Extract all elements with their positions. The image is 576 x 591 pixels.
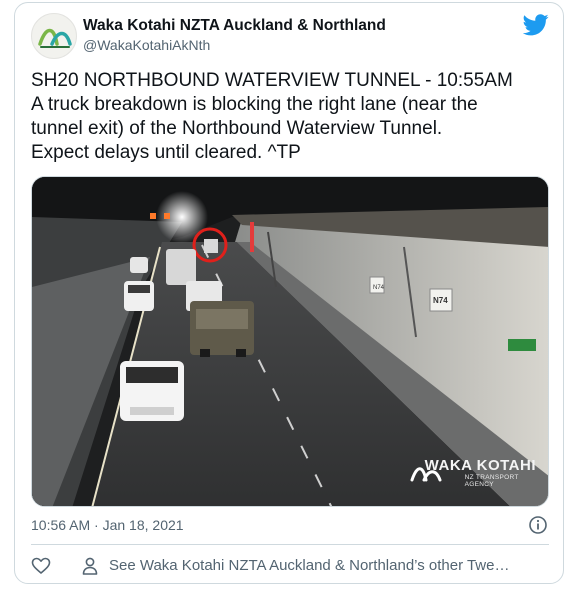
tweet-card[interactable]: Waka Kotahi NZTA Auckland & Northland @W…: [14, 2, 564, 584]
watermark-sub-2: AGENCY: [464, 481, 494, 488]
tweet-text: SH20 NORTHBOUND WATERVIEW TUNNEL - 10:55…: [31, 69, 551, 165]
heart-icon[interactable]: [31, 556, 51, 576]
tunnel-sign-1: N74: [373, 285, 385, 291]
tunnel-sign-2: N74: [433, 296, 448, 305]
author-name[interactable]: Waka Kotahi NZTA Auckland & Northland: [83, 17, 386, 35]
info-icon[interactable]: [528, 515, 548, 535]
tweet-line: Expect delays until cleared. ^TP: [31, 142, 301, 163]
other-tweets-link[interactable]: See Waka Kotahi NZTA Auckland & Northlan…: [109, 557, 549, 574]
tweet-line: A truck breakdown is blocking the right …: [31, 94, 478, 115]
author-avatar[interactable]: [31, 13, 77, 59]
footer-divider: [31, 544, 549, 545]
tweet-line: tunnel exit) of the Northbound Waterview…: [31, 118, 443, 139]
author-handle[interactable]: @WakaKotahiAkNth: [83, 37, 210, 53]
watermark: WAKA KOTAHI NZ TRANSPORT AGENCY: [425, 457, 536, 488]
waka-kotahi-logo-icon: [38, 28, 72, 48]
tweet-photo[interactable]: N74 N74 WAKA KOTAHI NZ TRANSPORT AGENCY: [31, 176, 549, 507]
watermark-sub-1: NZ TRANSPORT: [464, 474, 519, 481]
twitter-bird-icon[interactable]: [523, 14, 549, 36]
tweet-timestamp[interactable]: 10:56 AM · Jan 18, 2021: [31, 517, 184, 533]
tweet-line: SH20 NORTHBOUND WATERVIEW TUNNEL - 10:55…: [31, 70, 513, 91]
person-icon: [82, 557, 98, 575]
watermark-main: WAKA KOTAHI: [424, 457, 536, 474]
